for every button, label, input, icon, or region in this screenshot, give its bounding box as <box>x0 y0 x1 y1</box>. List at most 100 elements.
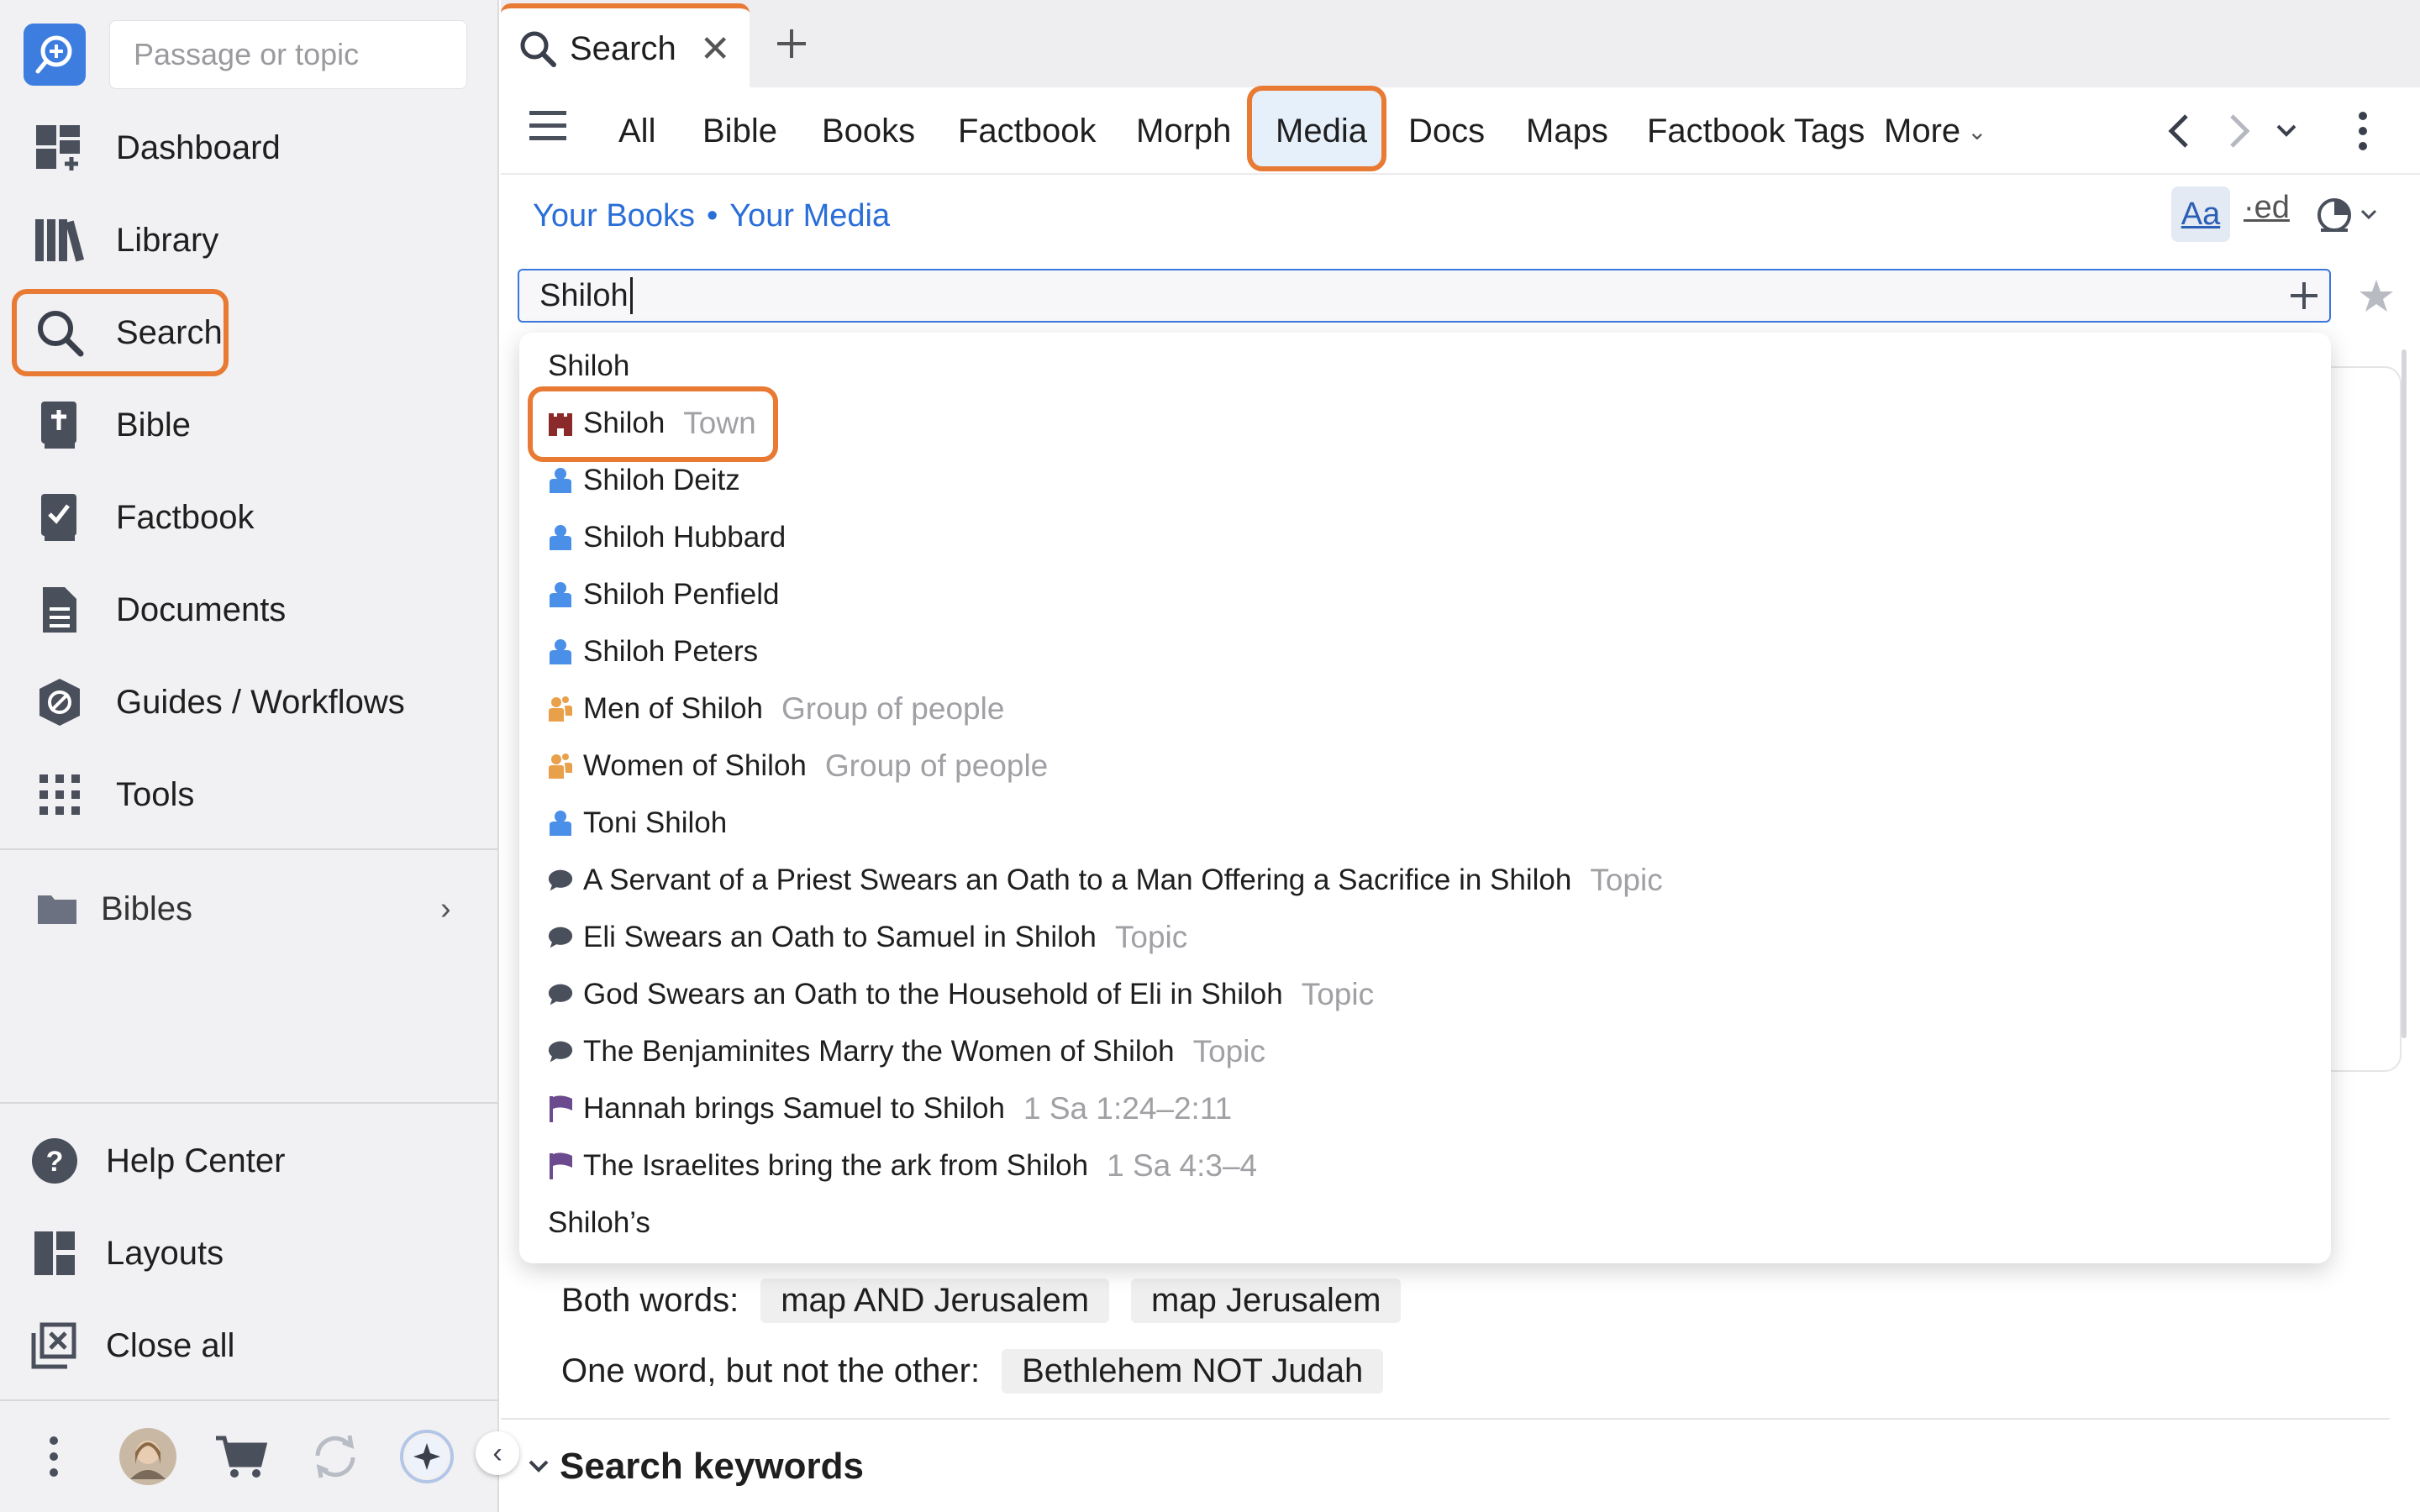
example-chip[interactable]: Bethlehem NOT Judah <box>1002 1348 1384 1394</box>
filter-factbook-tags[interactable]: Factbook Tags <box>1647 104 1865 158</box>
suggestion-label: Shiloh Penfield <box>583 578 780 611</box>
passage-search-input[interactable]: Passage or topic <box>109 20 467 89</box>
section-search-keywords[interactable]: Search keywords <box>528 1440 864 1494</box>
suggestion-item[interactable]: Hannah brings Samuel to Shiloh 1 Sa 1:24… <box>548 1085 1232 1132</box>
add-search-term-button[interactable] <box>2279 270 2329 321</box>
sidebar-item-close-all[interactable]: Close all <box>17 1304 479 1388</box>
section-divider <box>501 1418 2390 1420</box>
chevron-down-icon <box>2276 124 2296 137</box>
topic-icon <box>548 1037 573 1067</box>
suggestion-label: Shiloh Peters <box>583 635 759 668</box>
filter-more[interactable]: More ⌄ <box>1884 104 1987 158</box>
menu-icon[interactable] <box>529 109 566 146</box>
spelling-options-button[interactable]: ·ed <box>2244 190 2290 226</box>
breadcrumb-your-media[interactable]: Your Media <box>729 198 890 234</box>
new-tab-button[interactable] <box>766 17 817 71</box>
sidebar-item-label: Factbook <box>116 498 255 536</box>
person-icon <box>548 465 573 496</box>
sync-icon[interactable] <box>306 1426 365 1487</box>
sidebar-item-dashboard[interactable]: Dashboard <box>17 106 479 190</box>
more-vertical-icon[interactable] <box>37 1426 71 1487</box>
sidebar-folder-bibles[interactable]: Bibles › <box>17 867 479 951</box>
suggestion-item[interactable]: A Servant of a Priest Swears an Oath to … <box>548 857 1663 904</box>
app-logo[interactable] <box>24 24 86 86</box>
visual-filter-button[interactable] <box>2316 193 2388 237</box>
filter-docs[interactable]: Docs <box>1408 104 1485 158</box>
suggestion-item[interactable]: Shiloh Penfield <box>548 571 780 618</box>
forward-button[interactable] <box>2228 104 2252 158</box>
suggestion-label: Shiloh Deitz <box>583 464 740 496</box>
filter-factbook[interactable]: Factbook <box>958 104 1097 158</box>
search-input[interactable]: Shiloh <box>518 269 2331 323</box>
suggestion-item[interactable]: Eli Swears an Oath to Samuel in Shiloh T… <box>548 914 1187 961</box>
sidebar-item-label: Layouts <box>106 1234 224 1272</box>
sidebar-item-tools[interactable]: Tools <box>17 753 479 837</box>
filter-all[interactable]: All <box>618 104 655 158</box>
guides-icon <box>22 664 97 740</box>
suggestion-label: Men of Shiloh <box>583 692 764 725</box>
suggestion-item[interactable]: Toni Shiloh <box>548 800 727 847</box>
text-options-button[interactable]: Aa <box>2171 186 2230 242</box>
history-dropdown[interactable] <box>2275 104 2297 158</box>
back-button[interactable] <box>2166 104 2190 158</box>
sidebar-item-label: Help Center <box>106 1142 286 1179</box>
town-suggestion-highlight <box>528 386 778 462</box>
filter-media[interactable]: Media <box>1276 104 1367 158</box>
suggestion-reference: 1 Sa 1:24–2:11 <box>1023 1091 1233 1126</box>
suggestion-label: Shiloh <box>548 349 630 382</box>
breadcrumb-your-books[interactable]: Your Books <box>533 198 695 234</box>
sidebar-item-factbook[interactable]: Factbook <box>17 475 479 559</box>
tools-icon <box>22 757 97 832</box>
sidebar-item-guides[interactable]: Guides / Workflows <box>17 660 479 744</box>
filter-more-label: More <box>1884 112 1961 150</box>
avatar[interactable] <box>118 1426 178 1487</box>
chevron-right-icon: › <box>440 890 451 927</box>
filter-morph[interactable]: Morph <box>1136 104 1231 158</box>
suggestion-item[interactable]: God Swears an Oath to the Household of E… <box>548 971 1374 1018</box>
suggestion-type: Topic <box>1301 977 1375 1011</box>
sidebar-divider <box>0 1102 499 1104</box>
filter-maps[interactable]: Maps <box>1526 104 1608 158</box>
suggestion-type: Topic <box>1114 920 1188 954</box>
sidebar-item-documents[interactable]: Documents <box>17 568 479 652</box>
event-flag-icon <box>548 1094 573 1124</box>
favorite-button[interactable] <box>2351 270 2402 321</box>
filter-books[interactable]: Books <box>822 104 915 158</box>
suggestion-item[interactable]: Men of Shiloh Group of people <box>548 685 1004 732</box>
search-add-icon <box>35 35 72 74</box>
suggestion-item[interactable]: Shiloh’s <box>548 1200 650 1247</box>
sidebar-item-layouts[interactable]: Layouts <box>17 1211 479 1295</box>
example-one-word: One word, but not the other: Bethlehem N… <box>561 1346 1384 1396</box>
sidebar-item-library[interactable]: Library <box>17 198 479 282</box>
suggestion-type: Topic <box>1192 1034 1265 1068</box>
suggestion-label: The Israelites bring the ark from Shiloh <box>583 1149 1089 1182</box>
example-chip[interactable]: map Jerusalem <box>1131 1278 1402 1323</box>
sidebar-item-label: Dashboard <box>116 129 281 166</box>
ai-assistant-icon[interactable] <box>397 1426 457 1487</box>
filter-bible[interactable]: Bible <box>702 104 777 158</box>
example-both-words: Both words: map AND Jerusalem map Jerusa… <box>561 1275 1402 1326</box>
suggestion-item[interactable]: Shiloh Peters <box>548 628 758 675</box>
cart-icon[interactable] <box>212 1426 271 1487</box>
topic-icon <box>548 979 573 1010</box>
more-options-button[interactable] <box>2358 104 2368 158</box>
chevron-right-icon <box>2230 114 2250 148</box>
suggestion-item[interactable]: Shiloh <box>548 343 629 390</box>
close-all-icon <box>17 1308 92 1383</box>
close-icon[interactable]: ✕ <box>700 28 731 71</box>
suggestion-item[interactable]: Shiloh Hubbard <box>548 514 786 561</box>
plus-icon <box>2291 282 2317 309</box>
scrollbar[interactable] <box>2402 349 2407 1038</box>
suggestion-item[interactable]: Women of Shiloh Group of people <box>548 743 1048 790</box>
suggestion-item[interactable]: The Benjaminites Marry the Women of Shil… <box>548 1028 1265 1075</box>
collapse-sidebar-button[interactable]: ‹ <box>476 1431 519 1475</box>
suggestion-item[interactable]: The Israelites bring the ark from Shiloh… <box>548 1142 1257 1189</box>
section-heading: Search keywords <box>560 1446 864 1487</box>
tab-search[interactable]: Search ✕ <box>501 3 750 89</box>
suggestion-item[interactable]: Shiloh Deitz <box>548 457 740 504</box>
sidebar-item-bible[interactable]: Bible <box>17 383 479 467</box>
chevron-down-icon <box>2360 209 2377 220</box>
suggestion-type: Topic <box>1590 863 1663 897</box>
example-chip[interactable]: map AND Jerusalem <box>760 1278 1110 1323</box>
sidebar-item-help-center[interactable]: ? Help Center <box>17 1119 479 1203</box>
